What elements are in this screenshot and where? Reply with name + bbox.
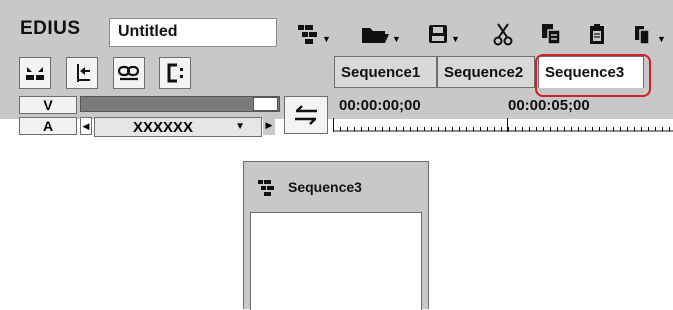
sequence-menu-icon (296, 23, 320, 45)
tab-sequence2[interactable]: Sequence2 (437, 56, 535, 88)
channel-prev-button[interactable]: ◀ (80, 117, 92, 135)
channel-dropdown-value: XXXXXX (133, 119, 194, 136)
group-icon (160, 63, 190, 92)
timecode-mark: 00:00:05;00 (508, 97, 590, 114)
sequence-icon (256, 178, 278, 203)
ripple-button[interactable] (66, 57, 98, 89)
highlight-callout (535, 54, 651, 97)
chevron-down-icon: ▼ (451, 34, 460, 44)
sequence-preview-panel: Sequence3 (243, 161, 429, 310)
track-slider[interactable] (80, 96, 280, 112)
chevron-left-icon: ◀ (82, 121, 90, 131)
timeline-panel: EDIUS Untitled ▼ ▼ ▼ ▼ Sequence1 Sequenc… (0, 0, 673, 137)
app-logo: EDIUS (20, 18, 81, 39)
chevron-right-icon: ▶ (265, 120, 273, 130)
channel-next-button[interactable]: ▶ (263, 117, 275, 135)
save-project-icon (427, 23, 449, 45)
copy-icon (540, 22, 562, 46)
ripple-icon (67, 64, 97, 92)
video-track-button[interactable]: V (19, 96, 77, 114)
chevron-down-icon: ▼ (657, 34, 666, 44)
open-project-icon (360, 23, 390, 45)
chevron-down-icon: ▼ (235, 121, 245, 132)
copy-button[interactable] (540, 19, 562, 49)
audio-track-button[interactable]: A (19, 117, 77, 135)
group-button[interactable] (159, 57, 191, 89)
channel-dropdown[interactable]: XXXXXX ▼ (94, 117, 262, 137)
more-button[interactable]: ▼ (633, 19, 666, 49)
preview-content-area (250, 212, 422, 310)
chevron-down-icon: ▼ (392, 34, 401, 44)
preview-title: Sequence3 (288, 179, 362, 195)
cut-button[interactable] (493, 19, 513, 49)
tab-sequence1[interactable]: Sequence1 (334, 56, 437, 88)
sequence-menu-button[interactable]: ▼ (296, 19, 331, 49)
timeline-ruler[interactable] (333, 118, 673, 132)
chevron-down-icon: ▼ (322, 34, 331, 44)
timecode-start: 00:00:00;00 (339, 97, 421, 114)
paste-icon (588, 22, 606, 46)
cut-icon (493, 22, 513, 46)
save-project-button[interactable]: ▼ (427, 19, 460, 49)
open-project-button[interactable]: ▼ (360, 19, 401, 49)
link-icon (114, 65, 144, 92)
insert-mode-icon (20, 67, 50, 92)
insert-mode-button[interactable] (19, 57, 51, 89)
link-button[interactable] (113, 57, 145, 89)
more-icon (633, 22, 655, 46)
slider-handle[interactable] (253, 97, 278, 111)
paste-button[interactable] (588, 19, 606, 49)
swap-tracks-button[interactable] (284, 96, 328, 134)
swap-arrows-icon (285, 105, 327, 137)
project-name-field[interactable]: Untitled (109, 18, 277, 47)
